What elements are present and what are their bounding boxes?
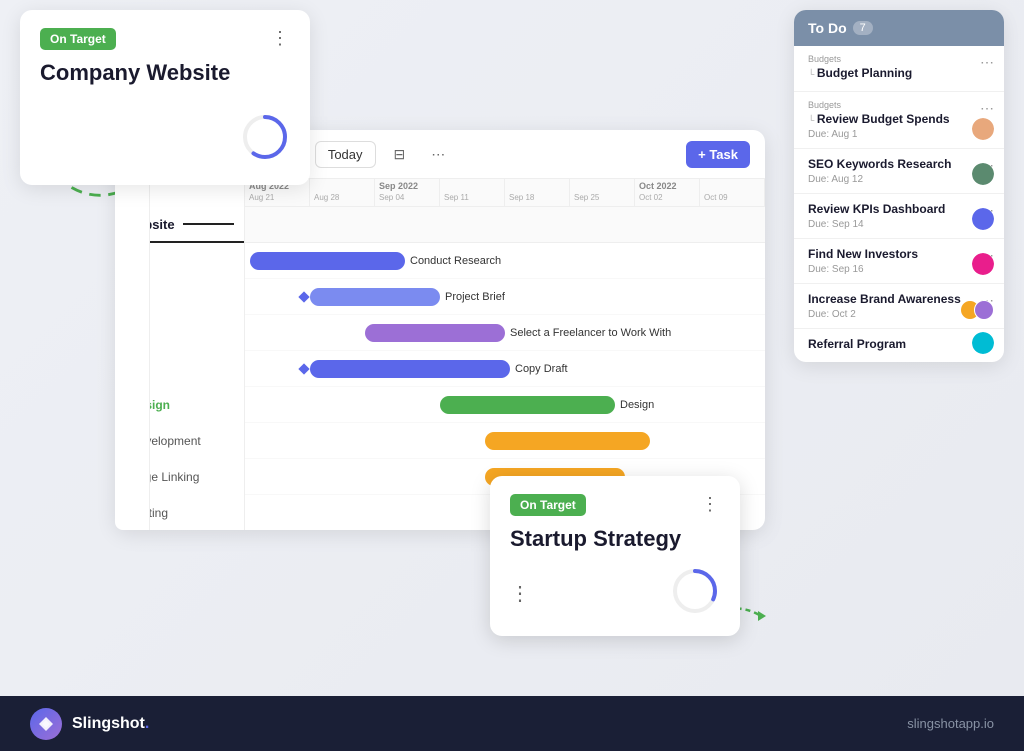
todo-item-5-due: Due: Sep 16 xyxy=(808,264,990,275)
todo-item-4[interactable]: Review KPIs Dashboard Due: Sep 14 ⋯ xyxy=(794,194,1004,239)
gantt-chart-card: ≡ Timeline ▾ Weeks ▾ Today ⊟ ⋯ + Task We… xyxy=(115,130,765,530)
label-project-brief: Project Brief xyxy=(445,291,505,303)
gantt-row-4: Copy Draft xyxy=(245,351,765,387)
aug-week2: Aug 28 xyxy=(310,179,375,206)
company-card-menu[interactable]: ⋮ xyxy=(271,28,290,49)
left-panel: ⊞ xyxy=(115,130,150,530)
add-task-button[interactable]: + Task xyxy=(686,141,750,168)
todo-item-4-name: Review KPIs Dashboard xyxy=(808,202,990,216)
gantt-row-6 xyxy=(245,423,765,459)
company-card-title: Company Website xyxy=(40,60,290,86)
brand-name: Slingshot. xyxy=(72,715,149,733)
todo-item-2[interactable]: Budgets └ Review Budget Spends Due: Aug … xyxy=(794,92,1004,149)
label-design: Design xyxy=(620,399,654,411)
company-website-card: On Target ⋮ Company Website xyxy=(20,10,310,185)
todo-item-3[interactable]: SEO Keywords Research Due: Aug 12 ⋯ xyxy=(794,149,1004,194)
bar-select-freelancer[interactable] xyxy=(365,324,505,342)
bar-project-brief[interactable] xyxy=(310,288,440,306)
todo-item-3-avatar xyxy=(972,163,994,185)
startup-strategy-card: On Target ⋮ Startup Strategy ⋮ xyxy=(490,476,740,636)
todo-item-3-name: SEO Keywords Research xyxy=(808,157,990,171)
label-select-freelancer: Select a Freelancer to Work With xyxy=(510,327,671,339)
todo-item-7[interactable]: Referral Program ⋯ xyxy=(794,329,1004,362)
todo-item-5[interactable]: Find New Investors Due: Sep 16 ⋯ xyxy=(794,239,1004,284)
footer-logo: Slingshot. xyxy=(30,708,149,740)
gantt-header: Aug 2022 Aug 21 Aug 28 Sep 2022 Sep 04 S… xyxy=(245,179,765,207)
startup-card-title: Startup Strategy xyxy=(510,526,720,552)
todo-item-2-name: └ Review Budget Spends xyxy=(808,112,990,126)
sep-month: Sep 2022 Sep 04 xyxy=(375,179,440,206)
todo-item-7-name: Referral Program xyxy=(808,337,990,351)
gantt-row-5: Design xyxy=(245,387,765,423)
sep-week2: Sep 11 xyxy=(440,179,505,206)
todo-item-2-category: Budgets xyxy=(808,100,990,110)
todo-item-1[interactable]: Budgets └ Budget Planning ⋯ xyxy=(794,46,1004,92)
company-card-progress xyxy=(240,112,290,167)
today-button[interactable]: Today xyxy=(315,141,376,168)
startup-progress xyxy=(670,566,720,621)
startup-card-menu[interactable]: ⋮ xyxy=(701,494,720,515)
todo-item-3-due: Due: Aug 12 xyxy=(808,174,990,185)
label-conduct-research: Conduct Research xyxy=(410,255,501,267)
todo-header: To Do 7 xyxy=(794,10,1004,46)
more-options-button[interactable]: ⋯ xyxy=(423,141,453,168)
todo-panel: To Do 7 Budgets └ Budget Planning ⋯ Budg… xyxy=(794,10,1004,362)
todo-count: 7 xyxy=(853,21,873,35)
todo-item-7-avatar xyxy=(972,332,994,354)
todo-item-1-category: Budgets xyxy=(808,54,990,64)
filter-button[interactable]: ⊟ xyxy=(386,141,414,168)
todo-item-5-name: Find New Investors xyxy=(808,247,990,261)
bar-design[interactable] xyxy=(440,396,615,414)
content-area: On Target ⋮ Company Website ⊞ ≡ xyxy=(0,0,1024,696)
todo-item-4-due: Due: Sep 14 xyxy=(808,219,990,230)
diamond-1 xyxy=(298,291,309,302)
footer: Slingshot. slingshotapp.io xyxy=(0,696,1024,751)
gantt-row-3: Select a Freelancer to Work With xyxy=(245,315,765,351)
diamond-2 xyxy=(298,363,309,374)
gantt-row-2: Project Brief xyxy=(245,279,765,315)
sep-week4: Sep 25 xyxy=(570,179,635,206)
on-target-badge: On Target xyxy=(40,28,116,50)
gantt-title-row xyxy=(245,207,765,243)
bar-development[interactable] xyxy=(485,432,650,450)
oct-week2: Oct 09 xyxy=(700,179,765,206)
main-container: On Target ⋮ Company Website ⊞ ≡ xyxy=(0,0,1024,751)
todo-title-group: To Do 7 xyxy=(808,20,873,36)
todo-title: To Do xyxy=(808,20,847,36)
oct-month: Oct 2022 Oct 02 xyxy=(635,179,700,206)
todo-item-6-avatars xyxy=(960,300,994,320)
todo-item-1-name: └ Budget Planning xyxy=(808,66,990,80)
gantt-row-1: Conduct Research xyxy=(245,243,765,279)
bar-conduct-research[interactable] xyxy=(250,252,405,270)
bar-copy-draft[interactable] xyxy=(310,360,510,378)
todo-item-5-avatar xyxy=(972,253,994,275)
todo-item-1-menu[interactable]: ⋯ xyxy=(980,54,994,71)
label-copy-draft: Copy Draft xyxy=(515,363,568,375)
todo-item-2-menu[interactable]: ⋯ xyxy=(980,100,994,117)
todo-item-6[interactable]: Increase Brand Awareness Due: Oct 2 ⋯ xyxy=(794,284,1004,329)
startup-on-target-badge: On Target xyxy=(510,494,586,516)
startup-card-header: On Target ⋮ xyxy=(510,494,720,516)
footer-url: slingshotapp.io xyxy=(907,716,994,731)
card-header: On Target ⋮ xyxy=(40,28,290,50)
todo-item-2-avatar xyxy=(972,118,994,140)
slingshot-logo-icon xyxy=(30,708,62,740)
sep-week3: Sep 18 xyxy=(505,179,570,206)
todo-item-2-due: Due: Aug 1 xyxy=(808,129,990,140)
todo-item-4-avatar xyxy=(972,208,994,230)
startup-vertical-menu[interactable]: ⋮ xyxy=(510,581,530,606)
